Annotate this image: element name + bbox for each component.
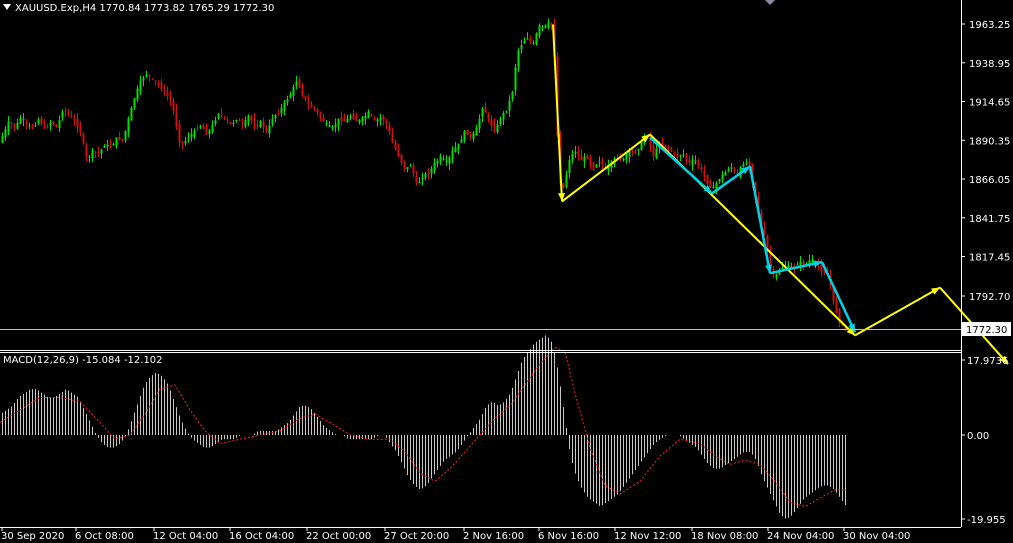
candle-bear	[562, 182, 565, 189]
time-tick-label: 30 Sep 2020	[1, 531, 64, 542]
macd-label: MACD(12,26,9)	[3, 355, 79, 366]
time-tick-label: 6 Oct 08:00	[75, 531, 134, 542]
price-tick-label: 1817.45	[969, 253, 1010, 264]
time-tick-label: 22 Oct 00:00	[306, 531, 371, 542]
high-value: 1773.82	[143, 3, 186, 14]
price-tick-label: 1938.95	[969, 59, 1010, 70]
candle-bear	[709, 179, 712, 188]
collapse-triangle-icon[interactable]	[3, 4, 11, 10]
macd-tick-label: -19.955	[967, 515, 1006, 526]
candle-bull	[130, 106, 133, 121]
candle-bear	[592, 161, 595, 172]
price-tick-label: 1890.35	[969, 136, 1010, 147]
candle-bull	[463, 129, 466, 143]
low-value: 1765.29	[188, 3, 230, 14]
price-tick-label: 1963.25	[969, 20, 1010, 31]
macd-tick-label: 17.9736	[967, 356, 1008, 367]
time-tick-label: 18 Nov 08:00	[691, 531, 758, 542]
time-tick-label: 16 Oct 04:00	[229, 531, 294, 542]
symbol-label: XAUUSD.Exp,H4	[15, 3, 97, 14]
open-value: 1770.84	[99, 3, 141, 14]
time-tick-label: 6 Nov 16:00	[538, 531, 599, 542]
macd-header: MACD(12,26,9) -15.084 -12.102	[3, 355, 163, 366]
time-tick-label: 30 Nov 04:00	[843, 531, 910, 542]
price-chart[interactable]: 1963.25 1938.95 1914.65 1890.35 1866.05 1841.…	[0, 0, 1013, 543]
time-tick-label: 27 Oct 20:00	[384, 531, 449, 542]
time-tick-label: 2 Nov 16:00	[463, 531, 524, 542]
time-tick-label: 12 Oct 04:00	[153, 531, 218, 542]
price-tick-label: 1841.75	[969, 214, 1010, 225]
price-tick-label: 1866.05	[969, 175, 1010, 186]
price-tick-label: 1792.70	[969, 292, 1010, 303]
macd-signal-value: -12.102	[123, 355, 163, 366]
price-tick-label: 1914.65	[969, 98, 1010, 109]
last-price-label: 1772.30	[966, 325, 1007, 336]
time-tick-label: 12 Nov 12:00	[614, 531, 681, 542]
close-value: 1772.30	[233, 3, 275, 14]
symbol-header: XAUUSD.Exp,H4 1770.84 1773.82 1765.29 17…	[3, 3, 274, 14]
candle-bull	[535, 32, 538, 46]
candle-bear	[466, 129, 469, 136]
time-tick-label: 24 Nov 04:00	[767, 531, 834, 542]
macd-tick-label: 0.00	[967, 431, 989, 442]
macd-main-value: -15.084	[82, 355, 121, 366]
